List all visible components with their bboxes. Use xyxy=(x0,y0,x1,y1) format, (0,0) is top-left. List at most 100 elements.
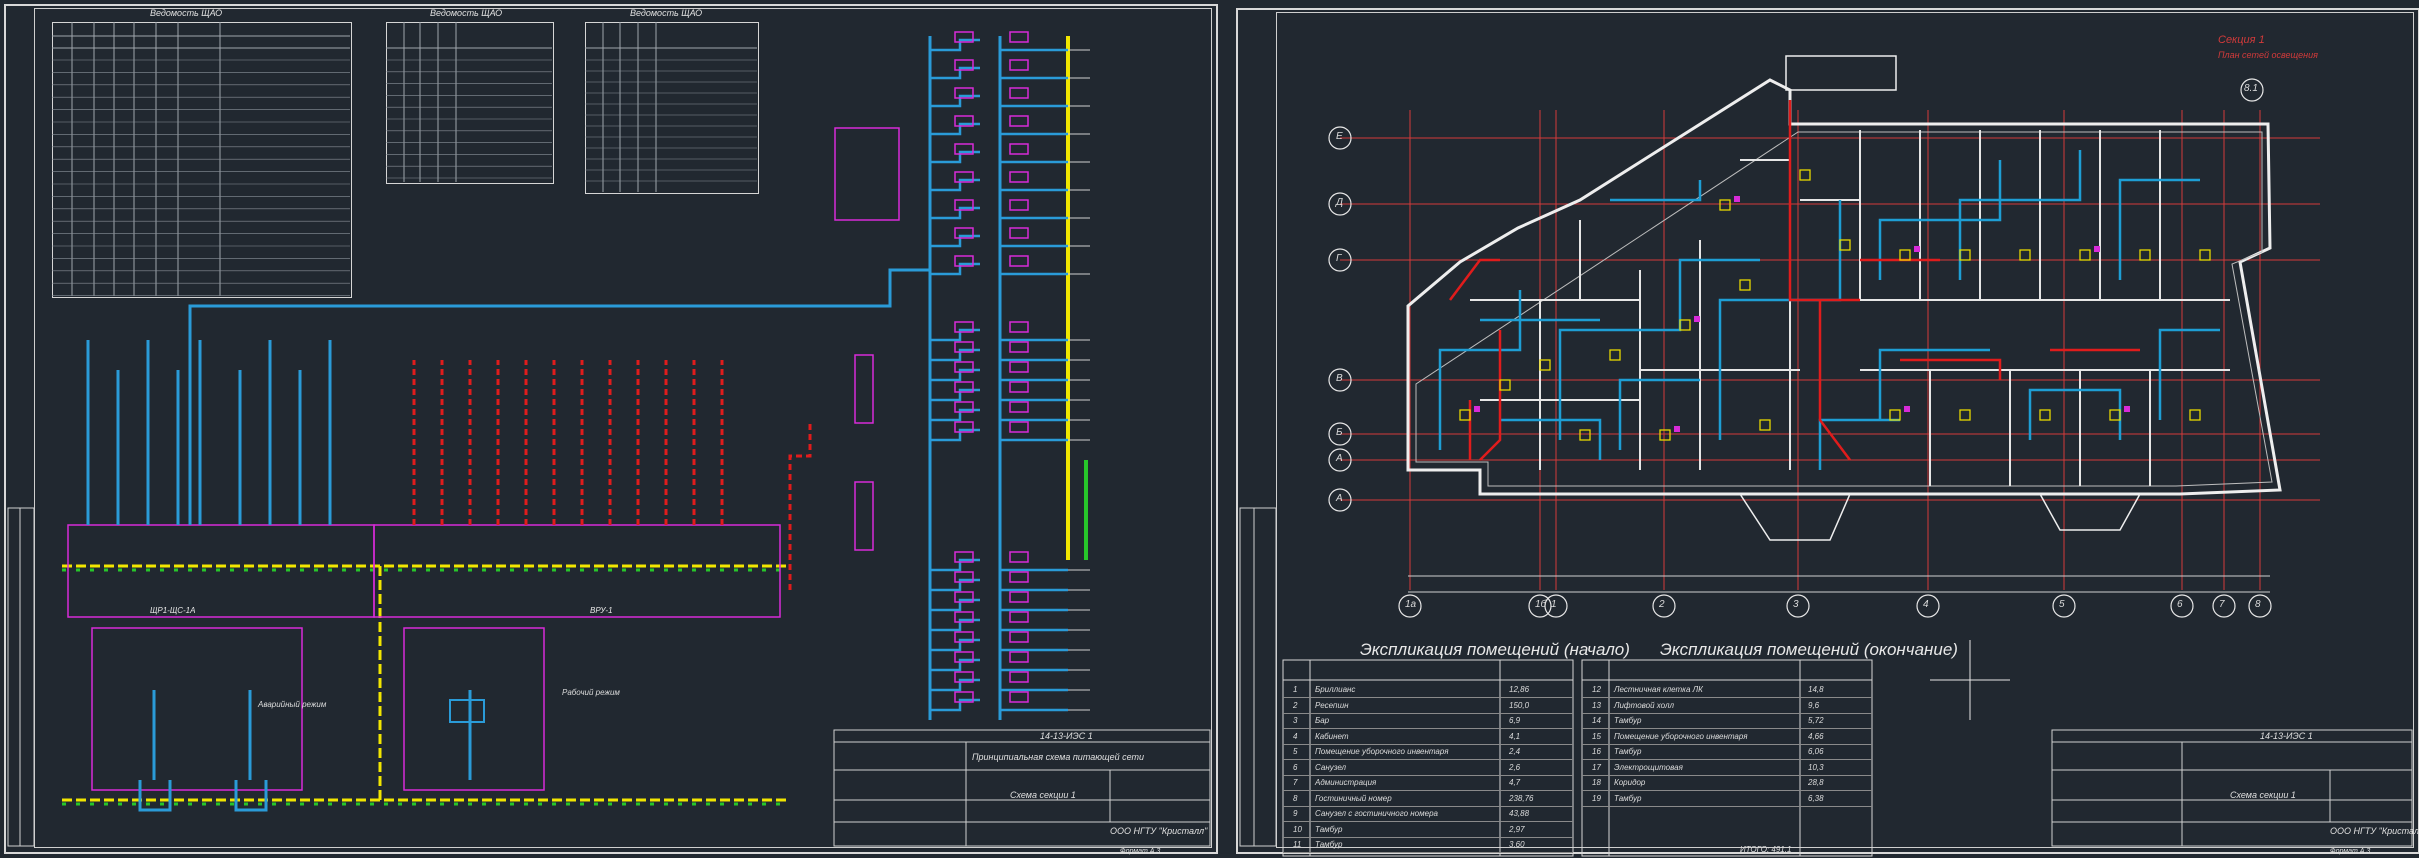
room-area: 6,38 xyxy=(1808,793,1824,803)
room-name: Бриллианс xyxy=(1315,685,1356,694)
room-number: 6 xyxy=(1293,762,1298,772)
room-number: 9 xyxy=(1293,809,1298,818)
room-name: Тамбур xyxy=(1614,793,1642,803)
room-name: Тамбур xyxy=(1614,716,1642,725)
room-area: 43,88 xyxy=(1509,809,1530,818)
axis-letter-label: А xyxy=(1336,493,1343,504)
axis-letter-label: Б xyxy=(1336,427,1343,438)
room-number: 18 xyxy=(1592,778,1601,787)
explication-row: 3 Бар 6,9 xyxy=(1283,713,1573,729)
explication-row: 16 Тамбур 6,06 xyxy=(1582,744,1872,760)
explication-row: 8 Гостиничный номер 238,76 xyxy=(1283,791,1573,807)
room-area: 14,8 xyxy=(1808,685,1824,694)
axis-number-label: 1 xyxy=(1551,599,1557,610)
room-area: 2,4 xyxy=(1509,747,1521,756)
explication-row: 9 Санузел с гостиничного номера 43,88 xyxy=(1283,806,1573,822)
right-title-code: 14-13-ИЭС 1 xyxy=(2260,731,2313,741)
axis-letter-label: Д xyxy=(1336,197,1344,208)
explication-row: 13 Лифтовой холл 9,6 xyxy=(1582,698,1872,714)
axis-number-label: 1б xyxy=(1535,599,1547,610)
explication-row: 10 Тамбур 2,97 xyxy=(1283,822,1573,838)
grid-marker-label: 8.1 xyxy=(2244,83,2258,94)
room-number: 7 xyxy=(1293,778,1298,787)
axis-letter-label: Г xyxy=(1336,253,1342,264)
axis-letter-label: Е xyxy=(1336,131,1343,142)
room-number: 16 xyxy=(1592,747,1601,756)
explication-row: 15 Помещение уборочного инвентаря 4,66 xyxy=(1582,729,1872,745)
right-title-project: ООО НГТУ "Кристалл" xyxy=(2330,826,2419,836)
room-area: 2,97 xyxy=(1509,824,1525,834)
right-title-sheet: Схема секции 1 xyxy=(2230,790,2296,800)
explication-row: 14 Тамбур 5,72 xyxy=(1582,713,1872,729)
room-area: 12,86 xyxy=(1509,685,1530,694)
room-number: 8 xyxy=(1293,793,1298,803)
room-name: Помещение уборочного инвентаря xyxy=(1315,747,1449,756)
room-number: 19 xyxy=(1592,793,1601,803)
axis-letter-label: В xyxy=(1336,373,1343,384)
room-area: 9,6 xyxy=(1808,700,1820,710)
axis-number-label: 6 xyxy=(2177,599,2183,610)
axis-number-label: 5 xyxy=(2059,599,2065,610)
room-area: 4,66 xyxy=(1808,731,1824,741)
axis-letter-label: А xyxy=(1336,453,1343,464)
room-number: 14 xyxy=(1592,716,1601,725)
explication-row: 2 Ресепшн 150,0 xyxy=(1283,698,1573,714)
explication-row: 7 Администрация 4,7 xyxy=(1283,775,1573,791)
floor-plan xyxy=(1239,55,2413,857)
explication-title-start: Экспликация помещений (начало) xyxy=(1360,640,1630,659)
room-name: Администрация xyxy=(1315,778,1377,787)
right-title-format: Формат А 3 xyxy=(2330,848,2371,855)
explication-row: 12 Лестничная клетка ЛК 14,8 xyxy=(1582,682,1872,698)
room-area: 238,76 xyxy=(1509,793,1534,803)
explication-row: 19 Тамбур 6,38 xyxy=(1582,791,1872,807)
room-name: Электрощитовая xyxy=(1614,762,1683,772)
room-area: 4,1 xyxy=(1509,731,1521,741)
room-name: Тамбур xyxy=(1315,824,1343,834)
room-number: 2 xyxy=(1293,700,1298,710)
room-name: Лестничная клетка ЛК xyxy=(1614,685,1703,694)
room-area: 4,7 xyxy=(1509,778,1521,787)
room-name: Помещение уборочного инвентаря xyxy=(1614,731,1748,741)
room-number: 15 xyxy=(1592,731,1601,741)
explication-row: 18 Коридор 28,8 xyxy=(1582,775,1872,791)
room-area: 6,06 xyxy=(1808,747,1824,756)
explication-row: 5 Помещение уборочного инвентаря 2,4 xyxy=(1283,744,1573,760)
room-area: 5,72 xyxy=(1808,716,1824,725)
room-name: Тамбур xyxy=(1315,840,1343,849)
room-name: Бар xyxy=(1315,716,1330,725)
axis-number-label: 3 xyxy=(1793,599,1799,610)
room-number: 5 xyxy=(1293,747,1298,756)
room-name: Коридор xyxy=(1614,778,1646,787)
axis-number-label: 1а xyxy=(1405,599,1417,610)
axis-number-label: 8 xyxy=(2255,599,2261,610)
axis-number-label: 4 xyxy=(1923,599,1929,610)
room-name: Кабинет xyxy=(1315,731,1349,741)
room-name: Тамбур xyxy=(1614,747,1642,756)
explication-title-end: Экспликация помещений (окончание) xyxy=(1660,640,1958,659)
room-name: Санузел с гостиничного номера xyxy=(1315,809,1438,818)
explication-row: 11 Тамбур 3,60 xyxy=(1283,837,1573,853)
room-number: 17 xyxy=(1592,762,1601,772)
room-area: 150,0 xyxy=(1509,700,1530,710)
room-name: Ресепшн xyxy=(1315,700,1349,710)
axis-number-label: 7 xyxy=(2219,599,2225,610)
room-number: 4 xyxy=(1293,731,1298,741)
room-number: 12 xyxy=(1592,685,1601,694)
room-number: 11 xyxy=(1293,840,1302,849)
room-number: 10 xyxy=(1293,824,1302,834)
room-name: Лифтовой холл xyxy=(1614,700,1674,710)
explication-row: 1 Бриллианс 12,86 xyxy=(1283,682,1573,698)
room-area: 10,3 xyxy=(1808,762,1824,772)
room-number: 1 xyxy=(1293,685,1298,694)
axis-number-label: 2 xyxy=(1659,599,1665,610)
room-area: 28,8 xyxy=(1808,778,1824,787)
room-area: 3,60 xyxy=(1509,840,1525,849)
room-area: 6,9 xyxy=(1509,716,1521,725)
room-number: 13 xyxy=(1592,700,1601,710)
explication-total: ИТОГО: 491,1 xyxy=(1740,845,1792,854)
room-area: 2,6 xyxy=(1509,762,1521,772)
room-number: 3 xyxy=(1293,716,1298,725)
explication-row: 17 Электрощитовая 10,3 xyxy=(1582,760,1872,776)
explication-row: 6 Санузел 2,6 xyxy=(1283,760,1573,776)
room-name: Гостиничный номер xyxy=(1315,793,1392,803)
